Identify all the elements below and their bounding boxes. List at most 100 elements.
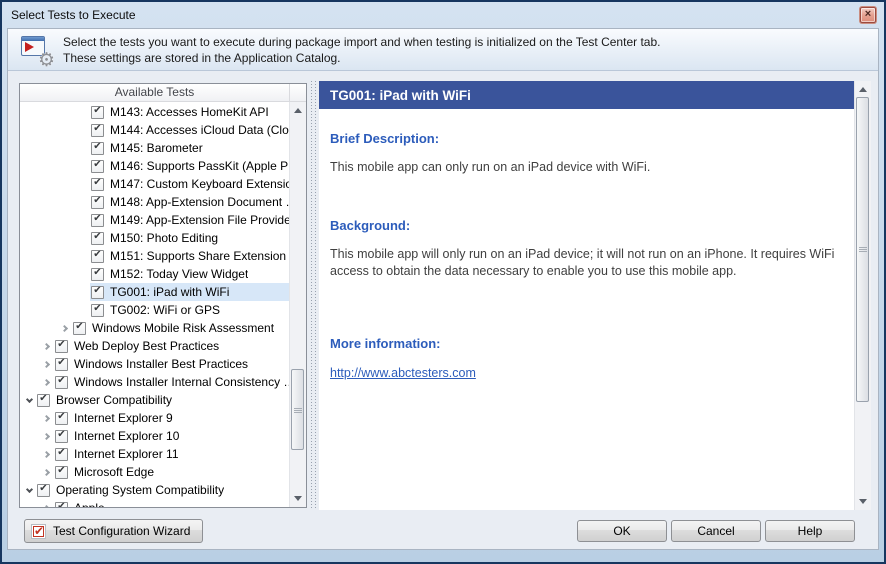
expander-icon[interactable] <box>58 326 72 331</box>
tree-item-checkbox[interactable]: ✔ <box>55 448 68 461</box>
tree-item[interactable]: ✔ Windows Installer Best Practices <box>20 355 289 373</box>
tree-item[interactable]: ✔ Web Deploy Best Practices <box>20 337 289 355</box>
tree-item-checkbox[interactable]: ✔ <box>91 124 104 137</box>
tree-item[interactable]: ✔ M146: Supports PassKit (Apple P… <box>20 157 289 175</box>
tree-header-label: Available Tests <box>20 84 289 101</box>
tree-scrollbar-thumb[interactable] <box>291 369 304 450</box>
tree-item-checkbox[interactable]: ✔ <box>91 196 104 209</box>
tree-item[interactable]: ✔ TG001: iPad with WiFi <box>20 283 289 301</box>
details-title-bar: TG001: iPad with WiFi <box>319 81 854 109</box>
help-button[interactable]: Help <box>765 520 855 542</box>
tree-item-checkbox[interactable]: ✔ <box>91 268 104 281</box>
expander-icon[interactable] <box>40 344 54 349</box>
close-icon[interactable]: × <box>860 7 876 23</box>
wizard-checklist-icon <box>31 524 46 539</box>
tree-item-label: Internet Explorer 9 <box>74 411 173 425</box>
scroll-up-icon[interactable] <box>855 82 871 97</box>
tree-item-label: TG001: iPad with WiFi <box>110 285 229 299</box>
scroll-down-icon[interactable] <box>290 491 306 506</box>
scroll-up-icon[interactable] <box>290 103 306 118</box>
details-scrollbar[interactable] <box>854 81 871 510</box>
tree-item-label: Windows Mobile Risk Assessment <box>92 321 274 335</box>
tree-item-label: M149: App-Extension File Provider <box>110 213 289 227</box>
tree-item[interactable]: ✔ M143: Accesses HomeKit API <box>20 103 289 121</box>
expander-icon[interactable] <box>40 362 54 367</box>
tree-item[interactable]: ✔ M145: Barometer <box>20 139 289 157</box>
tree-item-checkbox[interactable]: ✔ <box>91 214 104 227</box>
tree-item[interactable]: ✔ Operating System Compatibility <box>20 481 289 499</box>
dialog-buttons: OK Cancel Help <box>577 520 855 542</box>
expander-icon[interactable] <box>40 434 54 439</box>
expander-icon[interactable] <box>22 487 36 494</box>
tree-item-checkbox[interactable]: ✔ <box>55 376 68 389</box>
tree-item[interactable]: ✔ Microsoft Edge <box>20 463 289 481</box>
tree-item-checkbox[interactable]: ✔ <box>55 502 68 508</box>
tree-item-checkbox[interactable]: ✔ <box>55 340 68 353</box>
expander-icon[interactable] <box>40 506 54 508</box>
section-heading: More information: <box>330 336 838 351</box>
details-title: TG001: iPad with WiFi <box>330 88 471 103</box>
cancel-button[interactable]: Cancel <box>671 520 761 542</box>
tree-scrollbar[interactable] <box>289 102 306 507</box>
tree-item-checkbox[interactable]: ✔ <box>73 322 86 335</box>
tree-item-checkbox[interactable]: ✔ <box>55 430 68 443</box>
tree-item-checkbox[interactable]: ✔ <box>91 232 104 245</box>
expander-icon[interactable] <box>40 452 54 457</box>
main-content: Available Tests ✔ M143: Accesses HomeKit… <box>8 71 878 513</box>
tree-header-cap <box>289 84 306 101</box>
tree-item-label: Windows Installer Internal Consistency … <box>74 375 289 389</box>
tree-item-label: Web Deploy Best Practices <box>74 339 219 353</box>
footer-bar: Test Configuration Wizard OK Cancel Help <box>8 513 878 549</box>
tree-item-checkbox[interactable]: ✔ <box>91 160 104 173</box>
tree-item[interactable]: ✔ Internet Explorer 9 <box>20 409 289 427</box>
tree-item[interactable]: ✔ Internet Explorer 10 <box>20 427 289 445</box>
tree-item-checkbox[interactable]: ✔ <box>55 358 68 371</box>
tree-item-checkbox[interactable]: ✔ <box>91 286 104 299</box>
tree-item-checkbox[interactable]: ✔ <box>91 106 104 119</box>
tree-item-checkbox[interactable]: ✔ <box>91 250 104 263</box>
tree-item-checkbox[interactable]: ✔ <box>91 178 104 191</box>
tree-item[interactable]: ✔ M148: App-Extension Document … <box>20 193 289 211</box>
gear-icon: ⚙ <box>38 51 55 70</box>
test-configuration-wizard-button[interactable]: Test Configuration Wizard <box>24 519 203 543</box>
details-content: Brief Description: This mobile app can o… <box>319 109 854 510</box>
more-info-link[interactable]: http://www.abctesters.com <box>330 366 476 380</box>
ok-button[interactable]: OK <box>577 520 667 542</box>
dialog-client-area: ⚙ Select the tests you want to execute d… <box>7 28 879 550</box>
tree-item-label: M147: Custom Keyboard Extension <box>110 177 289 191</box>
expander-icon[interactable] <box>40 380 54 385</box>
tree-item-checkbox[interactable]: ✔ <box>37 484 50 497</box>
expander-icon[interactable] <box>22 397 36 404</box>
tree-item-checkbox[interactable]: ✔ <box>37 394 50 407</box>
tree-item-label: M150: Photo Editing <box>110 231 218 245</box>
tree-item[interactable]: ✔ M150: Photo Editing <box>20 229 289 247</box>
tree-item[interactable]: ✔ M147: Custom Keyboard Extension <box>20 175 289 193</box>
tree-column-header[interactable]: Available Tests <box>20 84 306 102</box>
tree-item[interactable]: ✔ M144: Accesses iCloud Data (Clo… <box>20 121 289 139</box>
tree-item-label: M144: Accesses iCloud Data (Clo… <box>110 123 289 137</box>
tree-item-checkbox[interactable]: ✔ <box>55 466 68 479</box>
tree-item-label: M146: Supports PassKit (Apple P… <box>110 159 289 173</box>
tree-item[interactable]: ✔ Internet Explorer 11 <box>20 445 289 463</box>
tree-item[interactable]: ✔ TG002: WiFi or GPS <box>20 301 289 319</box>
details-scrollbar-thumb[interactable] <box>856 97 869 402</box>
scroll-down-icon[interactable] <box>855 494 871 509</box>
tree-item[interactable]: ✔ Browser Compatibility <box>20 391 289 409</box>
tree-item[interactable]: ✔ M149: App-Extension File Provider <box>20 211 289 229</box>
expander-icon[interactable] <box>40 470 54 475</box>
banner-line2: These settings are stored in the Applica… <box>63 51 341 65</box>
tree-item-checkbox[interactable]: ✔ <box>55 412 68 425</box>
tree-item[interactable]: ✔ Windows Mobile Risk Assessment <box>20 319 289 337</box>
tree-item-checkbox[interactable]: ✔ <box>91 304 104 317</box>
tree-item[interactable]: ✔ M152: Today View Widget <box>20 265 289 283</box>
tree-item[interactable]: ✔ Apple <box>20 499 289 507</box>
tree-item-checkbox[interactable]: ✔ <box>91 142 104 155</box>
tree-item-label: M145: Barometer <box>110 141 203 155</box>
tree-item-label: M148: App-Extension Document … <box>110 195 289 209</box>
tree-item-label: Operating System Compatibility <box>56 483 224 497</box>
window-title: Select Tests to Execute <box>11 8 136 22</box>
tree-item[interactable]: ✔ Windows Installer Internal Consistency… <box>20 373 289 391</box>
tree-item[interactable]: ✔ M151: Supports Share Extension <box>20 247 289 265</box>
panel-splitter[interactable] <box>310 81 318 510</box>
expander-icon[interactable] <box>40 416 54 421</box>
